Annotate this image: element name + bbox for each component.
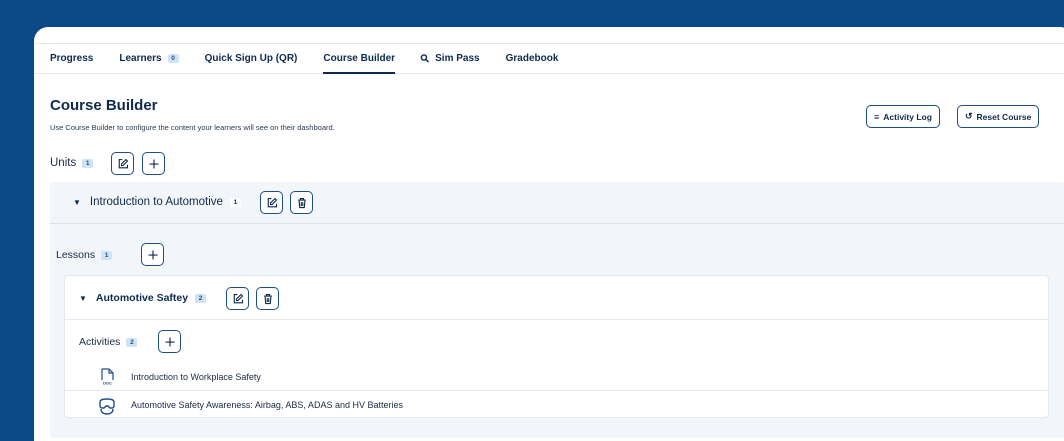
tab-gradebook-label: Gradebook (505, 53, 559, 64)
main-card: Progress Learners 0 Quick Sign Up (QR) Co… (34, 27, 1064, 441)
activity-item[interactable]: Automotive Safety Awareness: Airbag, ABS… (65, 390, 1048, 419)
document-icon: DOC (101, 368, 114, 386)
page-subtitle: Use Course Builder to configure the cont… (50, 123, 335, 132)
reset-course-button[interactable]: ↺ Reset Course (957, 105, 1040, 128)
lesson-card: ▼ Automotive Saftey 2 Activities 2 DOC I… (64, 275, 1049, 418)
activity-log-button[interactable]: ≡ Activity Log (866, 105, 940, 128)
svg-text:DOC: DOC (103, 381, 112, 386)
plus-icon (148, 250, 157, 259)
units-label: Units (50, 157, 77, 169)
unit-title-row[interactable]: ▼ Introduction to Automotive 1 (73, 196, 241, 208)
add-activity-button[interactable] (158, 330, 181, 353)
caret-down-icon[interactable]: ▼ (73, 198, 81, 207)
tab-bar: Progress Learners 0 Quick Sign Up (QR) Co… (34, 43, 1064, 74)
edit-lesson-button[interactable] (226, 287, 249, 310)
trash-icon (297, 197, 306, 208)
plus-icon (149, 159, 158, 168)
add-lesson-button[interactable] (141, 243, 164, 266)
tab-sim-pass-label: Sim Pass (435, 53, 480, 64)
edit-units-button[interactable] (111, 152, 134, 175)
activity-item[interactable]: DOC Introduction to Workplace Safety (65, 362, 1048, 391)
unit-title: Introduction to Automotive (89, 196, 223, 208)
lessons-label-row: Lessons 1 (56, 249, 113, 261)
unit-panel: ▼ Introduction to Automotive 1 Lessons 1… (50, 182, 1064, 438)
tab-progress-label: Progress (50, 53, 94, 64)
add-unit-button[interactable] (142, 152, 165, 175)
tab-learners-label: Learners (119, 53, 162, 64)
lessons-count-badge: 1 (101, 250, 113, 260)
tab-course-builder-label: Course Builder (323, 53, 396, 64)
activities-count-badge: 2 (126, 337, 138, 347)
lesson-header[interactable]: ▼ Automotive Saftey 2 (65, 276, 1048, 320)
caret-down-icon[interactable]: ▼ (79, 294, 87, 303)
plus-icon (165, 337, 174, 346)
delete-lesson-button[interactable] (256, 287, 279, 310)
list-icon: ≡ (874, 111, 880, 122)
delete-unit-button[interactable] (290, 191, 313, 214)
activity-title: Introduction to Workplace Safety (131, 371, 261, 382)
activities-label-row: Activities 2 (79, 336, 138, 348)
tab-quick-sign-up[interactable]: Quick Sign Up (QR) (205, 44, 298, 73)
activities-label: Activities (79, 336, 121, 348)
reset-course-label: Reset Course (976, 111, 1032, 122)
tab-gradebook[interactable]: Gradebook (506, 44, 559, 73)
tab-quick-sign-up-label: Quick Sign Up (QR) (204, 53, 298, 64)
trash-icon (263, 293, 272, 304)
learners-count-badge: 0 (167, 54, 179, 63)
page-title: Course Builder (50, 97, 158, 114)
units-label-row: Units 1 (50, 157, 94, 169)
tab-sim-pass[interactable]: ⚲ Sim Pass (418, 44, 480, 73)
unit-header[interactable]: ▼ Introduction to Automotive 1 (50, 182, 1064, 224)
lesson-title-row[interactable]: ▼ Automotive Saftey 2 (79, 292, 207, 304)
edit-icon (118, 158, 128, 168)
lesson-count-badge: 2 (195, 293, 207, 303)
vr-headset-icon (99, 398, 115, 415)
tab-course-builder[interactable]: Course Builder (323, 44, 396, 74)
activity-log-label: Activity Log (883, 111, 932, 122)
lesson-title: Automotive Saftey (95, 292, 189, 304)
tab-learners[interactable]: Learners 0 (119, 44, 179, 73)
key-icon: ⚲ (418, 51, 433, 66)
activity-title: Automotive Safety Awareness: Airbag, ABS… (131, 400, 403, 410)
edit-icon (233, 293, 243, 303)
edit-unit-button[interactable] (260, 191, 283, 214)
edit-icon (267, 197, 277, 207)
tab-progress[interactable]: Progress (50, 44, 93, 73)
unit-count-badge: 1 (229, 197, 241, 207)
lessons-label: Lessons (56, 249, 96, 261)
units-count-badge: 1 (82, 158, 94, 168)
history-icon: ↺ (965, 111, 973, 121)
